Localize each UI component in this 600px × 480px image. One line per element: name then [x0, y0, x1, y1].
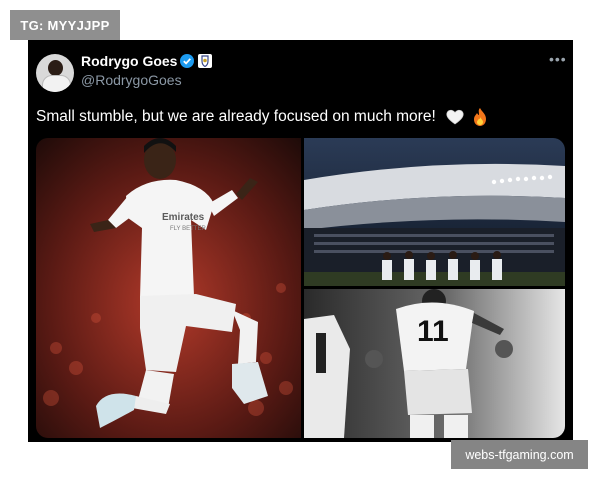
more-options-icon[interactable]: •••: [549, 51, 567, 67]
jersey-sponsor: Emirates: [162, 212, 205, 223]
tweet-body: Small stumble, but we are already focuse…: [36, 108, 436, 126]
photo-stadium-team[interactable]: [304, 138, 565, 286]
tweet-text: Small stumble, but we are already focuse…: [36, 107, 488, 127]
real-madrid-crest-icon: [198, 54, 212, 68]
photo-number-11[interactable]: 11: [304, 289, 565, 438]
author-handle[interactable]: @RodrygoGoes: [81, 72, 182, 88]
watermark-bottom: webs-tfgaming.com: [451, 440, 588, 469]
fire-emoji: [474, 108, 487, 126]
media-grid[interactable]: Emirates FLY BETTER 11: [36, 138, 565, 438]
avatar[interactable]: [36, 54, 74, 92]
photo-player-jump[interactable]: Emirates FLY BETTER: [36, 138, 301, 438]
white-heart-emoji: [446, 109, 464, 125]
jersey-number: 11: [417, 315, 449, 348]
verified-badge-icon: [180, 54, 194, 68]
jersey-sponsor-sub: FLY BETTER: [170, 226, 206, 232]
watermark-top: TG: MYYJJPP: [10, 10, 120, 40]
author-name[interactable]: Rodrygo Goes: [81, 53, 177, 69]
